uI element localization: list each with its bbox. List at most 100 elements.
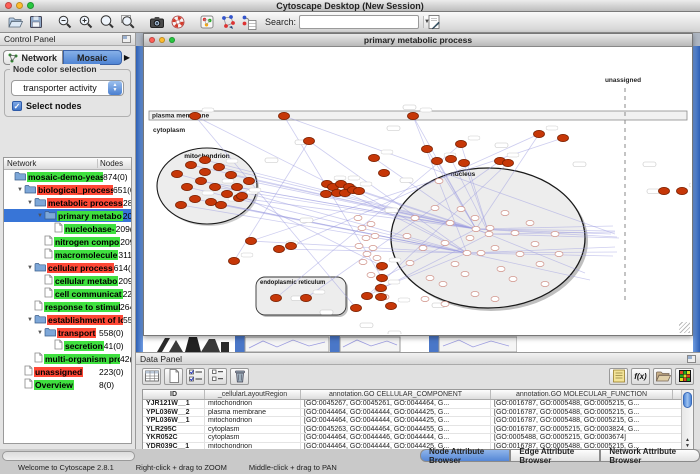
status-zoom-hint: Right-click + drag to ZOOM [136, 463, 227, 472]
import-network-icon[interactable] [217, 13, 238, 32]
tree-col-nodes[interactable]: Nodes [98, 159, 131, 168]
file-icon [34, 352, 43, 365]
network-view-window[interactable]: primary metabolic process plasma membran… [143, 33, 693, 336]
tree-row-primary-metabo[interactable]: ▼primary metabo209(... [4, 209, 131, 222]
import-attrs-icon[interactable] [653, 368, 672, 385]
new-attr-icon[interactable] [164, 368, 183, 385]
scrollbar-thumb[interactable] [683, 392, 692, 408]
select-attrs-icon[interactable] [186, 368, 205, 385]
network-node [354, 187, 365, 194]
network-node [376, 284, 387, 291]
disclosure-triangle-icon[interactable]: ▼ [26, 265, 34, 271]
disclosure-triangle-icon[interactable]: ▼ [26, 200, 34, 206]
zoom-in-icon[interactable] [75, 13, 96, 32]
notes-icon[interactable] [609, 368, 628, 385]
app-titlebar: Cytoscape Desktop (New Session) [0, 0, 700, 12]
table-row[interactable]: YPL036W__2plasma membrane[GO:0044464, GO… [143, 409, 681, 418]
folder-icon [24, 184, 36, 196]
network-node [503, 159, 514, 166]
group-label: Node color selection [10, 64, 100, 74]
unselect-attrs-icon[interactable] [208, 368, 227, 385]
zoom-fit-icon[interactable] [117, 13, 138, 32]
tree-row-transport[interactable]: ▼transport558(0) [4, 326, 131, 339]
import-table-icon[interactable] [238, 13, 259, 32]
node-count: 41(0) [104, 341, 132, 351]
background-window-border-left[interactable] [136, 46, 143, 352]
table-row[interactable]: YKR052Ccytoplasm[GO:0044464, GO:0044446,… [143, 434, 681, 443]
tree-header[interactable]: Network Nodes [4, 158, 131, 170]
network-window-titlebar[interactable]: primary metabolic process [144, 34, 692, 47]
float-data-panel-icon[interactable] [687, 355, 696, 363]
heatmap-icon[interactable] [675, 368, 694, 385]
tree-row-cellular-metabo[interactable]: cellular metabo209(0) [4, 274, 131, 287]
tree-row-overview[interactable]: Overview8(0) [4, 378, 131, 391]
tab-mosaic[interactable]: Mosaic [63, 50, 123, 65]
tree-row-secretion[interactable]: secretion41(0) [4, 339, 131, 352]
snapshot-icon[interactable] [146, 13, 167, 32]
open-icon[interactable] [4, 13, 25, 32]
network-node [304, 137, 315, 144]
node-color-dropdown[interactable]: transporter activity ▲▼ [11, 80, 124, 96]
table-row[interactable]: YLR295Ccytoplasm[GO:0045263, GO:0044464,… [143, 426, 681, 435]
disclosure-triangle-icon[interactable]: ▼ [36, 213, 44, 219]
tree-row-biological-process[interactable]: ▼biological_process651(0) [4, 183, 131, 196]
tree-row-response-to-stimulu[interactable]: response to stimulu264(0) [4, 300, 131, 313]
tab-node-attribute-browser[interactable]: Node Attribute Browser [420, 449, 510, 462]
table-row[interactable]: YPL036W__1mitochondrion[GO:0044464, GO:0… [143, 417, 681, 426]
zoom-selected-icon[interactable] [96, 13, 117, 32]
tree-row-macromolecule[interactable]: macromolecule311(0) [4, 248, 131, 261]
tree-row-nitrogen-compo[interactable]: nitrogen compo209(0) [4, 235, 131, 248]
disclosure-triangle-icon[interactable]: ▼ [16, 187, 24, 193]
network-node [286, 242, 297, 249]
background-window-border-right[interactable] [693, 46, 700, 352]
tree-col-network[interactable]: Network [4, 159, 98, 168]
float-panel-icon[interactable] [122, 35, 131, 43]
status-welcome: Welcome to Cytoscape 2.8.1 [18, 463, 114, 472]
tree-row-multi-organism-pro[interactable]: multi-organism pro42(0) [4, 352, 131, 365]
fx-icon[interactable]: f(x) [631, 368, 650, 385]
tree-row-mosaic-demo-yeast[interactable]: mosaic-demo-yeast874(0) [4, 170, 131, 183]
search-text-field[interactable] [300, 16, 423, 28]
delete-attr-icon[interactable] [230, 368, 249, 385]
save-icon[interactable] [25, 13, 46, 32]
background-windows[interactable] [143, 336, 693, 352]
more-tabs-arrow[interactable]: ▶ [122, 53, 132, 62]
table-scrollbar[interactable]: ▲▼ [681, 390, 693, 449]
node-count: 209(... [123, 211, 132, 221]
file-icon [44, 287, 53, 300]
network-canvas[interactable]: plasma membranecytoplasmmitochondrionnuc… [145, 48, 691, 334]
table-column-header[interactable]: annotation.GO MOLECULAR_FUNCTION [491, 390, 673, 399]
resize-grip[interactable] [679, 322, 690, 333]
table-column-header[interactable]: ID [143, 390, 205, 399]
tree-row-metabolic-process[interactable]: ▼metabolic process280(0) [4, 196, 131, 209]
tab-network-attribute-browser[interactable]: Network Attribute Browser [600, 449, 700, 462]
select-nodes-row[interactable]: ✓ Select nodes [12, 101, 126, 111]
control-panel-tabs: Network Mosaic ▶ [3, 50, 132, 65]
search-input[interactable]: ▼ [299, 15, 419, 29]
vizmapper-icon[interactable] [196, 13, 217, 32]
attr-table-icon[interactable] [142, 368, 161, 385]
tab-network[interactable]: Network [3, 50, 63, 65]
network-node [446, 155, 457, 162]
table-column-header[interactable]: annotation.GO CELLULAR_COMPONENT [301, 390, 491, 399]
tree-row-nucleobase-[interactable]: nucleobase-209(0) [4, 222, 131, 235]
table-header-row[interactable]: ID_cellularLayoutRegionannotation.GO CEL… [143, 390, 681, 400]
disclosure-triangle-icon[interactable]: ▼ [36, 330, 44, 336]
tab-edge-attribute-browser[interactable]: Edge Attribute Browser [510, 449, 600, 462]
network-label: establishment of lo [47, 315, 123, 325]
zoom-out-icon[interactable] [54, 13, 75, 32]
disclosure-triangle-icon[interactable]: ▼ [26, 317, 34, 323]
tree-row-establishment-of-lo[interactable]: ▼establishment of lo558(0) [4, 313, 131, 326]
tree-row-cellular-process[interactable]: ▼cellular process614(0) [4, 261, 131, 274]
network-label: nitrogen compo [54, 237, 120, 247]
annotation-icon[interactable] [423, 13, 444, 32]
dropdown-stepper-icon[interactable]: ▲▼ [108, 81, 122, 95]
help-icon[interactable] [167, 13, 188, 32]
status-pan-hint: Middle-click + drag to PAN [249, 463, 337, 472]
tree-row-unassigned[interactable]: unassigned223(0) [4, 365, 131, 378]
table-column-header[interactable]: _cellularLayoutRegion [205, 390, 301, 399]
select-nodes-checkbox[interactable]: ✓ [12, 101, 22, 111]
tree-row-cell-communicat[interactable]: cell communicat22(0) [4, 287, 131, 300]
table-row[interactable]: YJR121W__1mitochondrion[GO:0045267, GO:0… [143, 400, 681, 409]
network-node [432, 157, 443, 164]
